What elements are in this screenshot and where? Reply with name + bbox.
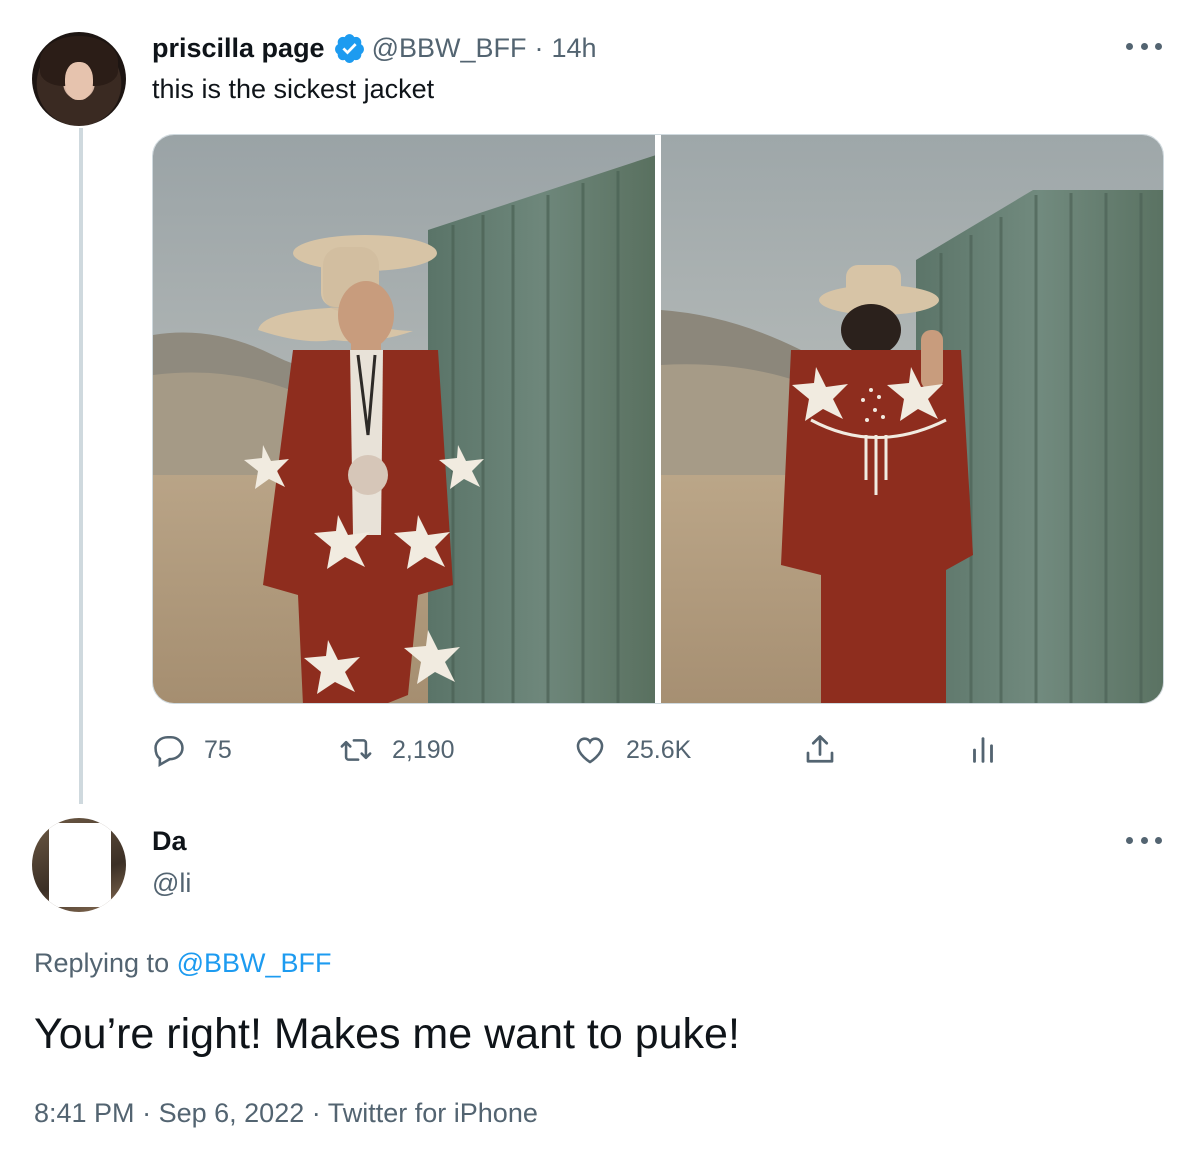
like-count: 25.6K: [626, 735, 692, 764]
reply-author-name[interactable]: Da: [152, 826, 187, 857]
share-icon: [802, 732, 838, 768]
retweet-icon: [338, 733, 374, 767]
reply-time[interactable]: 8:41 PM: [34, 1098, 135, 1128]
meta-separator: ·: [534, 32, 544, 63]
avatar-face: [65, 62, 93, 100]
analytics-icon: [968, 733, 998, 767]
tweet-time-ago[interactable]: 14h: [552, 33, 597, 64]
more-icon[interactable]: [1126, 834, 1162, 846]
tweet-text: this is the sickest jacket: [152, 74, 435, 104]
more-dot: [1126, 42, 1133, 50]
analytics-button[interactable]: [968, 728, 998, 772]
redaction-box: [49, 823, 111, 907]
replying-to-line: Replying to @BBW_BFF: [34, 948, 332, 979]
replying-to-label: Replying to: [34, 948, 170, 978]
tweet-actions: 75 2,190 25.6K: [152, 728, 1012, 772]
reply-author-handle[interactable]: @li: [152, 868, 191, 899]
media-photo-front[interactable]: [153, 135, 655, 703]
more-dot: [1140, 42, 1148, 50]
timestamp-separator: ·: [142, 1098, 152, 1128]
retweet-button[interactable]: 2,190: [338, 728, 455, 772]
thread-connector-line: [79, 128, 83, 804]
share-button[interactable]: [802, 728, 838, 772]
reply-icon: [152, 733, 186, 767]
author-handle[interactable]: @BBW_BFF: [372, 33, 527, 64]
reply-button[interactable]: 75: [152, 728, 232, 772]
more-dot: [1155, 836, 1162, 844]
more-dot: [1140, 836, 1148, 844]
reply-author-avatar[interactable]: [32, 818, 126, 912]
tweet-header: priscilla page @BBW_BFF · 14h: [152, 28, 597, 68]
reply-date[interactable]: Sep 6, 2022: [159, 1098, 305, 1128]
replying-to-mention[interactable]: @BBW_BFF: [177, 948, 332, 978]
reply-text: You’re right! Makes me want to puke!: [34, 1010, 740, 1058]
verified-badge-icon: [333, 32, 366, 65]
author-name[interactable]: priscilla page: [152, 33, 325, 64]
author-avatar[interactable]: [32, 32, 126, 126]
more-dot: [1155, 42, 1162, 50]
like-button[interactable]: 25.6K: [572, 728, 691, 772]
reply-count: 75: [204, 735, 232, 764]
reply-timestamp: 8:41 PM · Sep 6, 2022 · Twitter for iPho…: [34, 1098, 538, 1129]
more-icon[interactable]: [1126, 40, 1162, 52]
reply-source[interactable]: Twitter for iPhone: [328, 1098, 538, 1128]
like-icon: [572, 733, 608, 767]
retweet-count: 2,190: [392, 735, 455, 764]
media-photo-back[interactable]: [660, 135, 1163, 703]
timestamp-separator: ·: [311, 1098, 321, 1128]
tweet-media[interactable]: [152, 134, 1164, 704]
more-dot: [1126, 836, 1133, 844]
